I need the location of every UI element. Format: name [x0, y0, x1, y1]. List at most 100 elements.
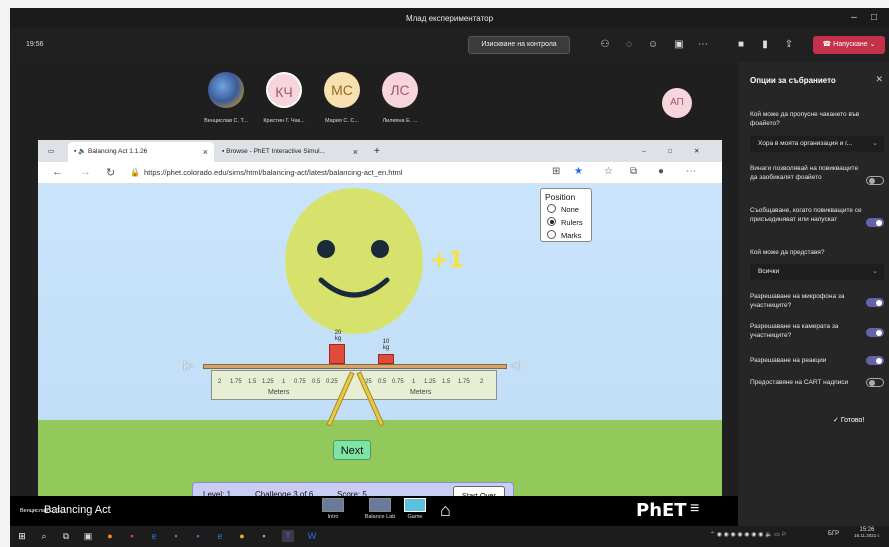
more-icon[interactable]: ⋯ [686, 166, 696, 177]
lock-icon: 🔒 [130, 168, 140, 177]
search-icon[interactable]: ⌕ [38, 530, 50, 542]
meeting-options-panel: Опции за събранието ✕ Кой може да пропус… [738, 62, 889, 526]
audio-icon[interactable]: 🔈 [78, 148, 86, 155]
leave-button[interactable]: ☎ Напускане ⌄ [813, 36, 885, 54]
more-icon[interactable]: ⋯ [696, 38, 710, 52]
allow-reactions-label: Разрешаване на реакции [750, 357, 827, 364]
rooms-icon[interactable]: ▣ [672, 38, 686, 52]
menu-icon[interactable]: ≡ [690, 500, 699, 518]
meeting-title: Млад експериментатор [405, 14, 494, 23]
reactions-icon[interactable]: ☺ [646, 38, 660, 52]
kg-unit: kg [334, 336, 342, 342]
left-tilt-arrow-icon: ▷ [184, 358, 194, 372]
tab-label: Balancing Act 1.1.26 [88, 148, 148, 155]
firefox-icon[interactable]: ● [104, 530, 116, 542]
presenter-caption: Венцислав С. Т... [20, 508, 64, 514]
presenter-question: Кой може да представя? [750, 249, 825, 256]
favorites-icon[interactable]: ☆ [604, 166, 613, 177]
participant-avatar: КЧ [266, 72, 302, 108]
tab-actions-icon[interactable]: ▭ [42, 142, 62, 162]
task-view-icon[interactable]: ⧉ [60, 530, 72, 542]
maximize-icon[interactable]: □ [866, 11, 882, 25]
chrome-icon[interactable]: ● [236, 530, 248, 542]
screen-balance-lab-button[interactable]: Balance Lab [360, 498, 400, 524]
done-button[interactable]: ✓ Готово! [833, 416, 864, 424]
next-button[interactable]: Next [333, 440, 371, 460]
windows-start-icon[interactable]: ⊞ [16, 530, 28, 542]
edge-icon[interactable]: e [148, 530, 160, 542]
screen-game-button[interactable]: Game [402, 498, 428, 524]
close-tab-icon[interactable]: × [353, 142, 358, 162]
cart-captions-toggle[interactable] [866, 378, 884, 387]
always-let-callers-toggle[interactable] [866, 176, 884, 185]
app-icon[interactable]: ▪ [192, 530, 204, 542]
phet-favicon-icon: ▪ [74, 148, 77, 155]
smiley-mouth [318, 277, 390, 298]
close-icon[interactable]: ✕ [875, 74, 883, 85]
browser-window: ▭ ▪ 🔈 Balancing Act 1.1.26 × ▪ Browse - … [38, 140, 722, 506]
screen-label: Intro [327, 514, 339, 520]
left-mass-label: 20 kg [328, 330, 348, 342]
tab-balancing-act[interactable]: ▪ 🔈 Balancing Act 1.1.26 × [68, 142, 214, 162]
minimize-icon[interactable]: – [846, 11, 862, 25]
collections-icon[interactable]: ⧉ [630, 166, 637, 177]
favorite-star-icon[interactable]: ★ [574, 166, 583, 177]
teams-icon[interactable]: T [282, 530, 294, 542]
participant-name: Лилияна Е. ... [382, 118, 418, 124]
language-indicator[interactable]: БГР [828, 531, 839, 537]
app-icon[interactable]: ▪ [258, 530, 270, 542]
profile-icon[interactable]: ● [658, 166, 664, 177]
forward-icon[interactable]: → [80, 166, 91, 178]
phet-logo[interactable]: PhET [636, 500, 687, 521]
ruler-tick: 0.5 [378, 379, 387, 385]
new-tab-icon[interactable]: + [368, 142, 384, 162]
app-icon[interactable]: ▪ [126, 530, 138, 542]
edge-icon[interactable]: e [214, 530, 226, 542]
announce-join-toggle[interactable] [866, 218, 884, 227]
close-tab-icon[interactable]: × [203, 142, 208, 162]
position-none-radio[interactable] [547, 204, 556, 213]
home-icon[interactable]: ⌂ [440, 500, 451, 521]
system-tray-icons[interactable]: ⌃ ◉ ◉ ◉ ◉ ◉ ◉ ◉ 🔈 ▭ ⚐ [710, 531, 787, 538]
ruler-tick: 1.25 [262, 379, 274, 385]
mic-icon[interactable]: ▮ [758, 38, 772, 52]
participant-tile[interactable]: Венцислав С. Т... [196, 70, 256, 136]
left-brick-stack[interactable] [329, 344, 345, 364]
app-icon[interactable]: ⊞ [552, 166, 560, 177]
screen-intro-button[interactable]: Intro [320, 498, 346, 524]
word-icon[interactable]: W [306, 530, 318, 542]
close-window-icon[interactable]: ✕ [688, 142, 702, 162]
position-rulers-radio[interactable] [547, 217, 556, 226]
store-icon[interactable]: ▣ [82, 530, 94, 542]
tab-phet-browse[interactable]: ▪ Browse - PhET Interactive Simul... × [216, 142, 364, 162]
allow-reactions-toggle[interactable] [866, 356, 884, 365]
url-field[interactable]: 🔒 https://phet.colorado.edu/sims/html/ba… [128, 165, 548, 181]
minimize-icon[interactable]: – [636, 142, 650, 162]
maximize-icon[interactable]: □ [662, 142, 676, 162]
chat-icon[interactable]: ◌ [622, 38, 636, 52]
app-icon[interactable]: ▪ [170, 530, 182, 542]
balance-plank [203, 364, 507, 369]
clock[interactable]: 15:26 16.11.2021 г. [852, 527, 882, 539]
participant-tile[interactable]: ЛС Лилияна Е. ... [370, 70, 430, 136]
participant-avatar-ap[interactable]: АП [662, 88, 692, 118]
participant-tile[interactable]: КЧ Кристин Г. Чак... [254, 70, 314, 136]
camera-icon[interactable]: ■ [734, 38, 748, 52]
presenter-value: Всички [758, 268, 780, 275]
chevron-down-icon: ⌄ [872, 268, 878, 275]
smiley-eye [371, 240, 389, 258]
participant-tile[interactable]: МС Мария С. С... [312, 70, 372, 136]
lobby-select[interactable]: Хора в моята организация и г... ⌄ [750, 136, 884, 152]
share-icon[interactable]: ⇪ [782, 38, 796, 52]
presenter-select[interactable]: Всички ⌄ [750, 264, 884, 280]
allow-mic-toggle[interactable] [866, 298, 884, 307]
right-brick[interactable] [378, 354, 394, 364]
ruler-tick: 2 [218, 379, 222, 385]
position-marks-radio[interactable] [547, 230, 556, 239]
back-icon[interactable]: ← [52, 166, 63, 178]
refresh-icon[interactable]: ↻ [106, 166, 115, 179]
allow-camera-toggle[interactable] [866, 328, 884, 337]
people-icon[interactable]: ⚇ [598, 38, 612, 52]
request-control-button[interactable]: Изискване на контрола [468, 36, 570, 54]
teams-title-bar: Млад експериментатор – □ [10, 8, 889, 28]
